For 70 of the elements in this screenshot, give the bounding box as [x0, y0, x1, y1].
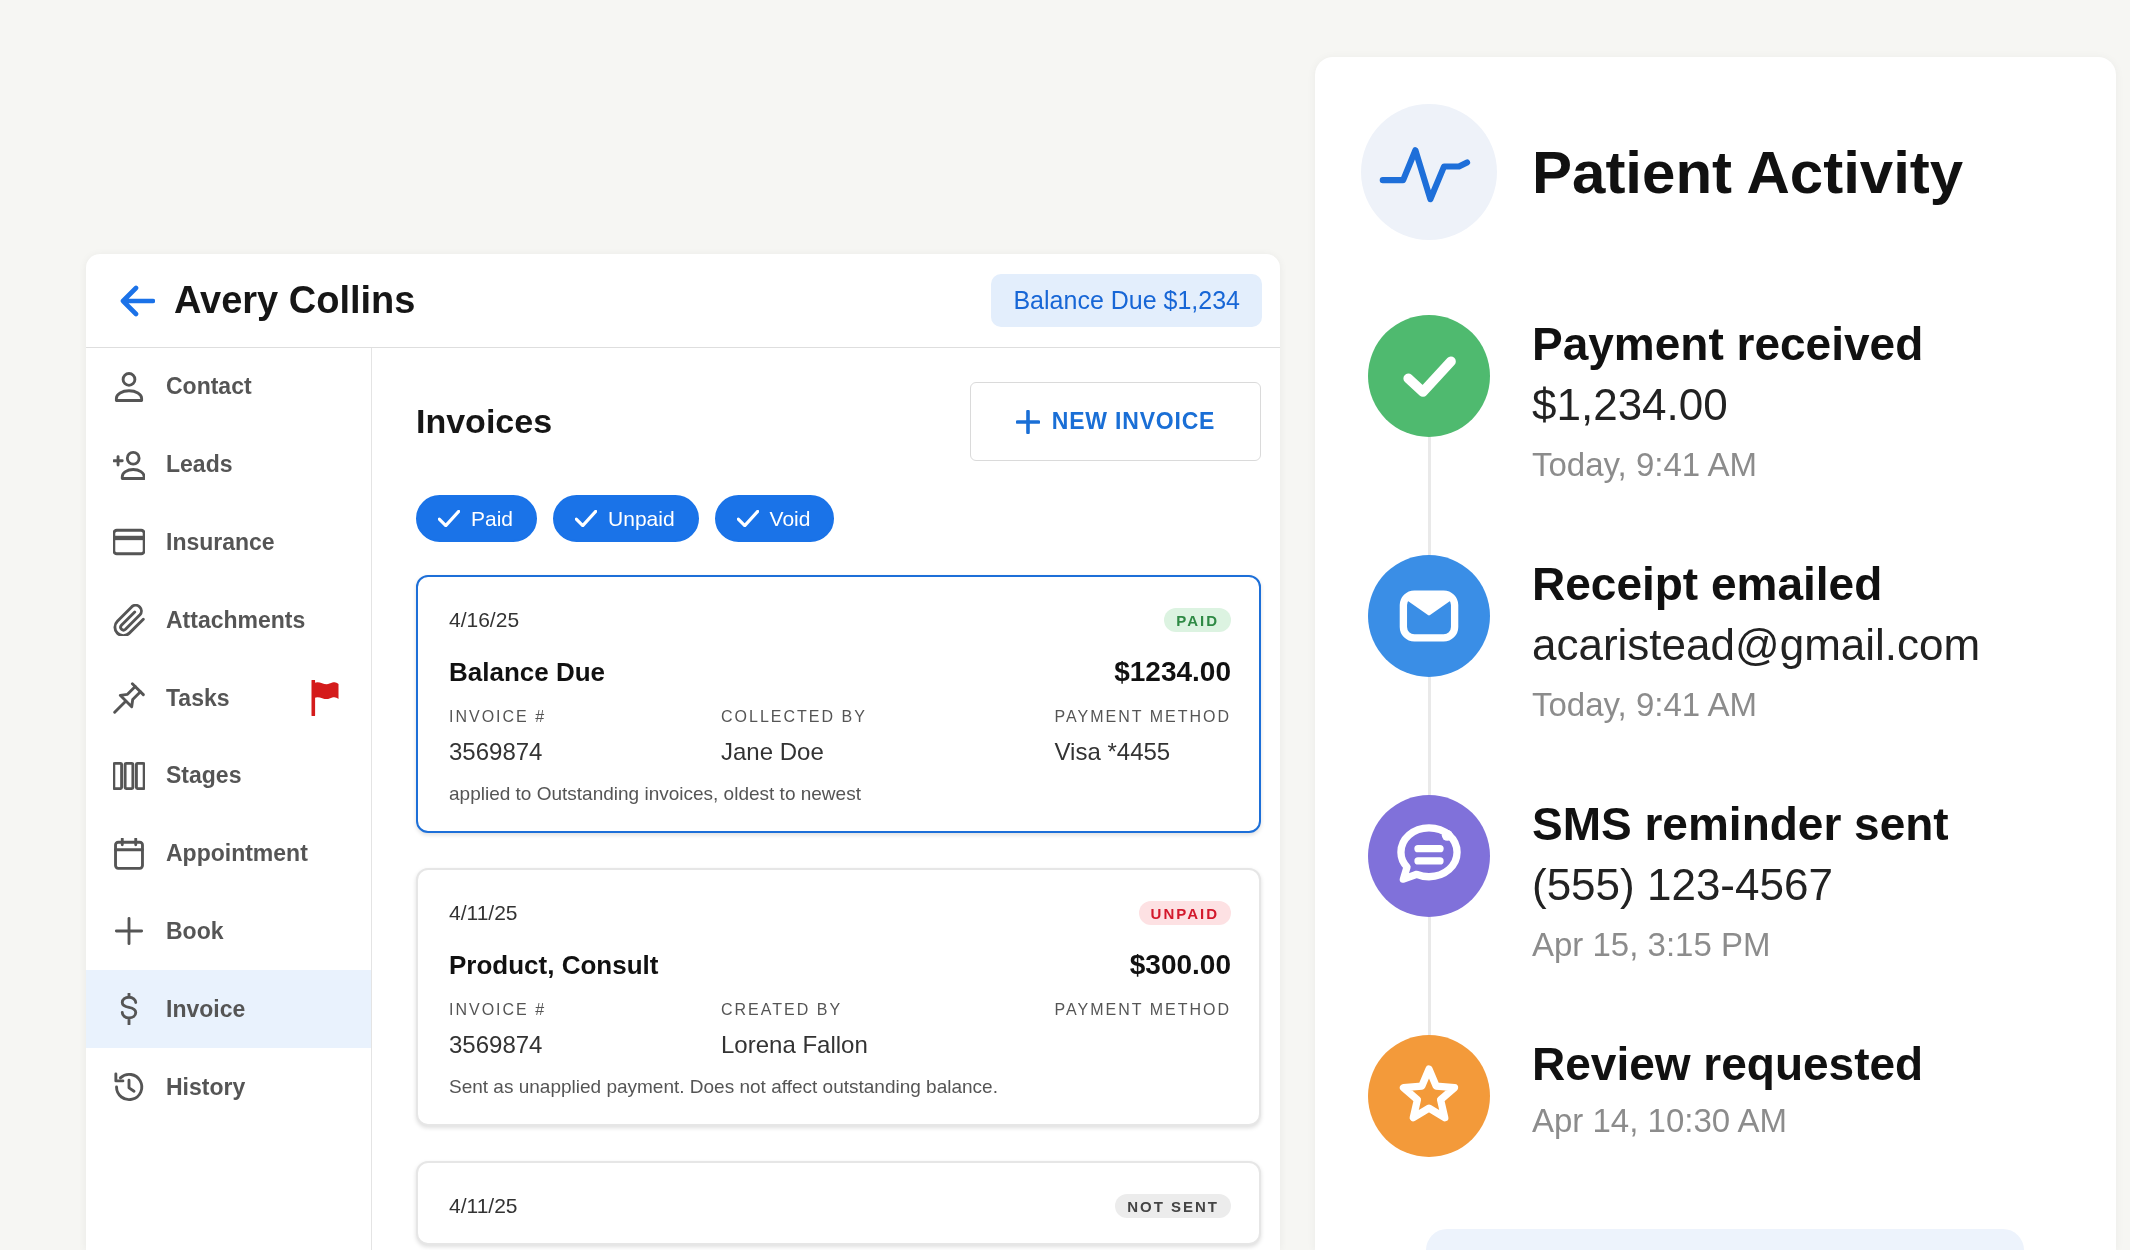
check-icon — [736, 510, 759, 527]
sidebar-item[interactable]: Contact — [86, 348, 371, 426]
status-badge: UNPAID — [1138, 901, 1231, 925]
sidebar-item[interactable]: Appointment — [86, 814, 371, 893]
invoice-card[interactable]: 4/16/25 PAID Balance Due $1234.00 INVOICE # 3569874 COLLECTED BY Jane Doe PAYMENT METHOD Visa *4455 applied to Outstanding invoices, oldest to newest — [416, 575, 1261, 833]
invoice-amount: $1234.00 — [1114, 656, 1231, 688]
section-title: Invoices — [416, 402, 553, 441]
invoice-note: applied to Outstanding invoices, oldest to newest — [449, 782, 862, 806]
check-icon — [438, 510, 460, 527]
invoice-date: 4/11/25 — [449, 1194, 518, 1218]
field-label: INVOICE # — [449, 1000, 547, 1020]
filter-chip[interactable]: Void — [714, 495, 835, 542]
invoice-title: Balance Due — [449, 656, 606, 688]
calendar-icon — [113, 837, 145, 870]
filter-chip[interactable]: Unpaid — [553, 495, 699, 542]
field-value: 3569874 — [449, 1030, 543, 1060]
activity-time: Today, 9:41 AM — [1532, 445, 1759, 485]
invoice-amount: $300.00 — [1129, 949, 1231, 981]
sidebar-item[interactable]: Attachments — [86, 581, 371, 660]
activity-title: SMS reminder sent — [1532, 797, 1949, 852]
field-label: PAYMENT METHOD — [1054, 707, 1231, 727]
balance-badge: Balance Due $1,234 — [991, 274, 1262, 327]
sidebar-item[interactable]: Stages — [86, 737, 371, 815]
invoice-card[interactable]: 4/11/25 UNPAID Product, Consult $300.00 INVOICE # 3569874 CREATED BY Lorena Fallon PAYMENT METHOD Sent as unapplied payment. Does not affect outstanding balance. — [416, 868, 1261, 1126]
invoice-date: 4/16/25 — [449, 608, 520, 632]
pulse-icon — [1361, 104, 1497, 240]
sidebar-item[interactable]: Tasks — [86, 659, 371, 737]
sidebar-item[interactable]: Insurance — [86, 503, 371, 582]
field-label: PAYMENT METHOD — [1054, 1000, 1231, 1020]
field-value: Visa *4455 — [1054, 737, 1171, 767]
activity-time: Apr 14, 10:30 AM — [1532, 1101, 1788, 1141]
activity-detail: (555) 123-4567 — [1532, 859, 1834, 911]
field-value: 3569874 — [449, 737, 543, 767]
status-badge: PAID — [1164, 608, 1231, 632]
plus-icon — [1015, 409, 1040, 434]
columns-icon — [113, 759, 145, 792]
invoice-date: 4/11/25 — [449, 901, 518, 925]
pushpin-icon — [113, 682, 145, 715]
activity-title: Review requested — [1532, 1037, 1924, 1092]
activity-time: Apr 15, 3:15 PM — [1532, 925, 1772, 965]
patient-name: Avery Collins — [174, 279, 416, 322]
sidebar-item[interactable]: History — [86, 1048, 371, 1126]
activity-time: Today, 9:41 AM — [1532, 685, 1759, 725]
sidebar-item[interactable]: Leads — [86, 425, 371, 504]
activity-title: Receipt emailed — [1532, 557, 1884, 612]
field-label: CREATED BY — [721, 1000, 843, 1020]
person-plus-icon — [113, 448, 145, 481]
field-value: Jane Doe — [721, 737, 824, 767]
activity-detail: acaristead@gmail.com — [1532, 619, 1981, 671]
plus-icon — [113, 915, 145, 948]
activity-title: Payment received — [1532, 317, 1924, 372]
invoice-title: Product, Consult — [449, 949, 659, 981]
invoice-note: Sent as unapplied payment. Does not affect outstanding balance. — [449, 1075, 999, 1099]
invoice-card[interactable]: 4/11/25 NOT SENT — [416, 1161, 1261, 1245]
field-label: COLLECTED BY — [721, 707, 867, 727]
panel-title: Patient Activity — [1532, 137, 1964, 207]
status-badge: NOT SENT — [1115, 1194, 1231, 1218]
field-value: Lorena Fallon — [721, 1030, 868, 1060]
new-invoice-button[interactable]: NEW INVOICE — [970, 382, 1261, 461]
person-icon — [113, 370, 145, 403]
activity-detail: $1,234.00 — [1532, 379, 1729, 431]
left-arrow-icon — [119, 284, 155, 317]
filter-chip[interactable]: Paid — [416, 495, 538, 542]
paperclip-icon — [113, 604, 145, 637]
back-button[interactable] — [119, 284, 155, 317]
field-label: INVOICE # — [449, 707, 547, 727]
history-icon — [113, 1071, 145, 1104]
sidebar-item[interactable]: Invoice — [86, 970, 371, 1049]
check-icon — [575, 510, 598, 527]
sidebar-item[interactable]: Book — [86, 892, 371, 971]
